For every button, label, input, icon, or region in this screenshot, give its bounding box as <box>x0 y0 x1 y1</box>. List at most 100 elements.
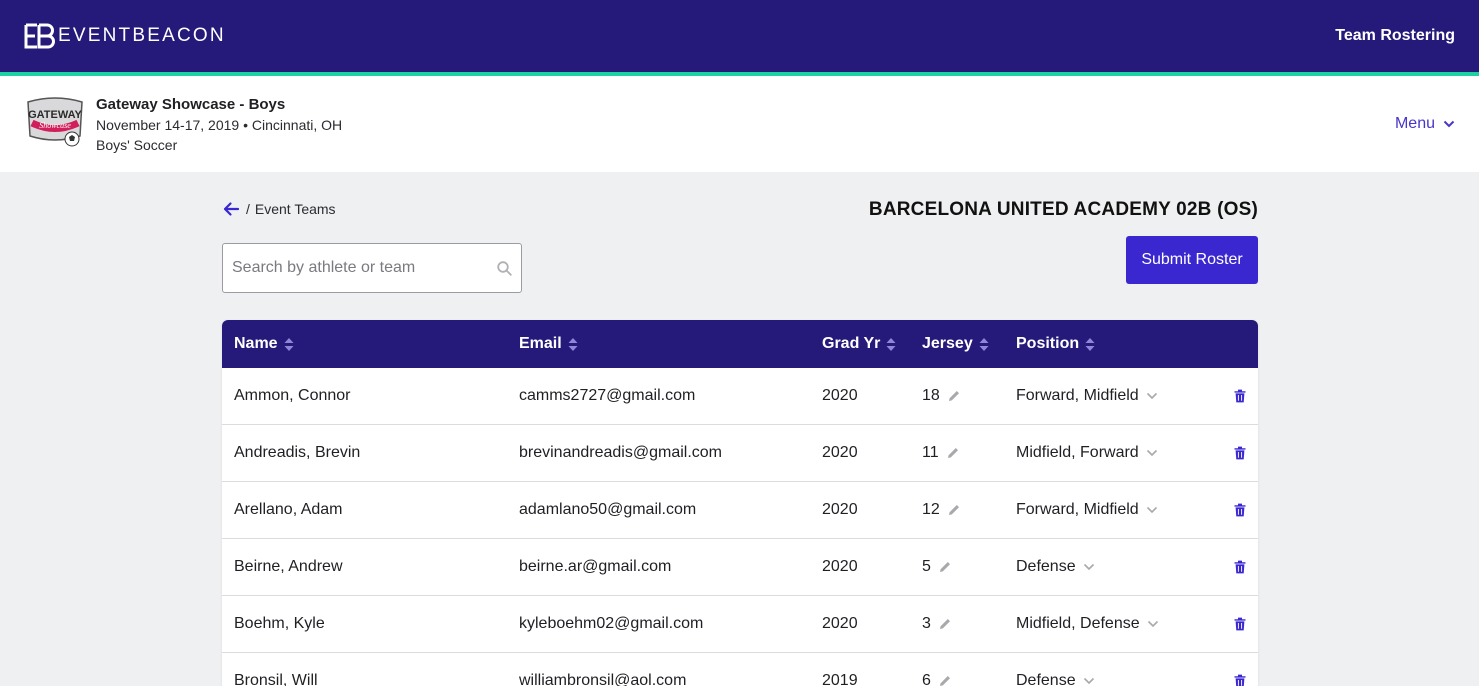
event-sport: Boys' Soccer <box>96 137 178 153</box>
jersey-value: 3 <box>922 615 931 632</box>
column-header-email[interactable]: Email <box>519 320 578 368</box>
athlete-email: williambronsil@aol.com <box>519 672 687 686</box>
athlete-name: Andreadis, Brevin <box>234 444 361 461</box>
pencil-icon[interactable] <box>947 389 961 403</box>
chevron-down-icon <box>1443 120 1455 128</box>
jersey-number: 5 <box>922 539 952 595</box>
grad-year: 2019 <box>822 672 858 686</box>
position-value: Midfield, Forward <box>1016 444 1139 461</box>
svg-text:GATEWAY: GATEWAY <box>28 109 82 121</box>
position-dropdown[interactable]: Midfield, Defense <box>1016 596 1159 652</box>
table-row: Andreadis, Brevin brevinandreadis@gmail.… <box>222 425 1258 482</box>
delete-button[interactable] <box>1234 596 1246 652</box>
menu-button[interactable]: Menu <box>1395 115 1455 133</box>
sort-icon <box>886 337 896 351</box>
column-label-position: Position <box>1016 335 1080 352</box>
jersey-number: 18 <box>922 368 961 424</box>
grad-year: 2020 <box>822 501 858 518</box>
brand-name: EVENTBEACON <box>58 25 226 46</box>
grad-year: 2020 <box>822 444 858 461</box>
top-bar: EVENTBEACON Team Rostering <box>0 0 1479 72</box>
breadcrumb-separator: / <box>246 201 250 217</box>
trash-icon <box>1234 560 1246 574</box>
position-value: Defense <box>1016 672 1076 686</box>
event-header: GATEWAY Showcase Gateway Showcase - Boys… <box>0 76 1479 172</box>
table-row: Ammon, Connor camms2727@gmail.com 2020 1… <box>222 368 1258 425</box>
submit-roster-button[interactable]: Submit Roster <box>1126 236 1258 284</box>
chevron-down-icon <box>1083 677 1094 685</box>
search-input[interactable] <box>223 244 483 292</box>
athlete-name: Ammon, Connor <box>234 387 351 404</box>
table-header: Name Email Grad Yr Jersey Position <box>222 320 1258 368</box>
pencil-icon[interactable] <box>947 503 961 517</box>
position-value: Forward, Midfield <box>1016 387 1139 404</box>
chevron-down-icon <box>1146 506 1157 514</box>
chevron-down-icon <box>1146 392 1157 400</box>
jersey-number: 3 <box>922 596 952 652</box>
back-arrow-icon[interactable] <box>222 200 240 218</box>
athlete-name: Bronsil, Will <box>234 672 318 686</box>
table-row: Beirne, Andrew beirne.ar@gmail.com 2020 … <box>222 539 1258 596</box>
column-header-name[interactable]: Name <box>234 320 294 368</box>
position-dropdown[interactable]: Defense <box>1016 653 1095 686</box>
event-dates-location: November 14-17, 2019 • Cincinnati, OH <box>96 117 343 133</box>
column-label-email: Email <box>519 335 562 352</box>
position-value: Defense <box>1016 558 1076 575</box>
trash-icon <box>1234 617 1246 631</box>
grad-year: 2020 <box>822 615 858 632</box>
athlete-name: Beirne, Andrew <box>234 558 343 575</box>
jersey-number: 11 <box>922 425 960 481</box>
sort-icon <box>568 337 578 351</box>
athlete-email: kyleboehm02@gmail.com <box>519 615 704 632</box>
jersey-number: 6 <box>922 653 952 686</box>
jersey-value: 5 <box>922 558 931 575</box>
table-row: Arellano, Adam adamlano50@gmail.com 2020… <box>222 482 1258 539</box>
app-title: Team Rostering <box>1335 27 1455 44</box>
athlete-name: Arellano, Adam <box>234 501 343 518</box>
svg-text:Showcase: Showcase <box>39 121 71 130</box>
search-box <box>222 243 522 293</box>
athlete-email: adamlano50@gmail.com <box>519 501 697 518</box>
pencil-icon[interactable] <box>938 560 952 574</box>
column-header-jersey[interactable]: Jersey <box>922 320 989 368</box>
delete-button[interactable] <box>1234 539 1246 595</box>
trash-icon <box>1234 674 1246 686</box>
pencil-icon[interactable] <box>938 674 952 686</box>
event-info: Gateway Showcase - Boys November 14-17, … <box>96 95 342 155</box>
athlete-email: beirne.ar@gmail.com <box>519 558 672 575</box>
pencil-icon[interactable] <box>946 446 960 460</box>
breadcrumb-event-teams[interactable]: Event Teams <box>255 201 336 217</box>
position-dropdown[interactable]: Defense <box>1016 539 1095 595</box>
column-label-jersey: Jersey <box>922 335 973 352</box>
position-value: Midfield, Defense <box>1016 615 1140 632</box>
search-icon <box>497 261 512 276</box>
chevron-down-icon <box>1147 620 1158 628</box>
eventbeacon-logo-mark-icon <box>24 23 55 49</box>
eventbeacon-logo[interactable]: EVENTBEACON <box>24 23 226 49</box>
delete-button[interactable] <box>1234 368 1246 424</box>
column-header-position[interactable]: Position <box>1016 320 1095 368</box>
breadcrumb: / Event Teams <box>222 200 336 218</box>
menu-label: Menu <box>1394 115 1435 132</box>
trash-icon <box>1234 389 1246 403</box>
event-name: Gateway Showcase - Boys <box>96 96 286 113</box>
table-row: Boehm, Kyle kyleboehm02@gmail.com 2020 3… <box>222 596 1258 653</box>
position-dropdown[interactable]: Midfield, Forward <box>1016 425 1158 481</box>
athlete-email: camms2727@gmail.com <box>519 387 696 404</box>
chevron-down-icon <box>1083 563 1094 571</box>
column-header-grad-yr[interactable]: Grad Yr <box>822 320 896 368</box>
position-dropdown[interactable]: Forward, Midfield <box>1016 482 1158 538</box>
team-title: BARCELONA UNITED ACADEMY 02B (OS) <box>868 199 1258 220</box>
grad-year: 2020 <box>822 558 858 575</box>
event-logo: GATEWAY Showcase <box>27 97 83 147</box>
delete-button[interactable] <box>1234 653 1246 686</box>
jersey-value: 6 <box>922 672 931 686</box>
delete-button[interactable] <box>1234 425 1246 481</box>
jersey-value: 11 <box>922 444 939 461</box>
athlete-email: brevinandreadis@gmail.com <box>519 444 722 461</box>
jersey-value: 18 <box>922 387 940 404</box>
jersey-number: 12 <box>922 482 961 538</box>
pencil-icon[interactable] <box>938 617 952 631</box>
position-dropdown[interactable]: Forward, Midfield <box>1016 368 1158 424</box>
delete-button[interactable] <box>1234 482 1246 538</box>
